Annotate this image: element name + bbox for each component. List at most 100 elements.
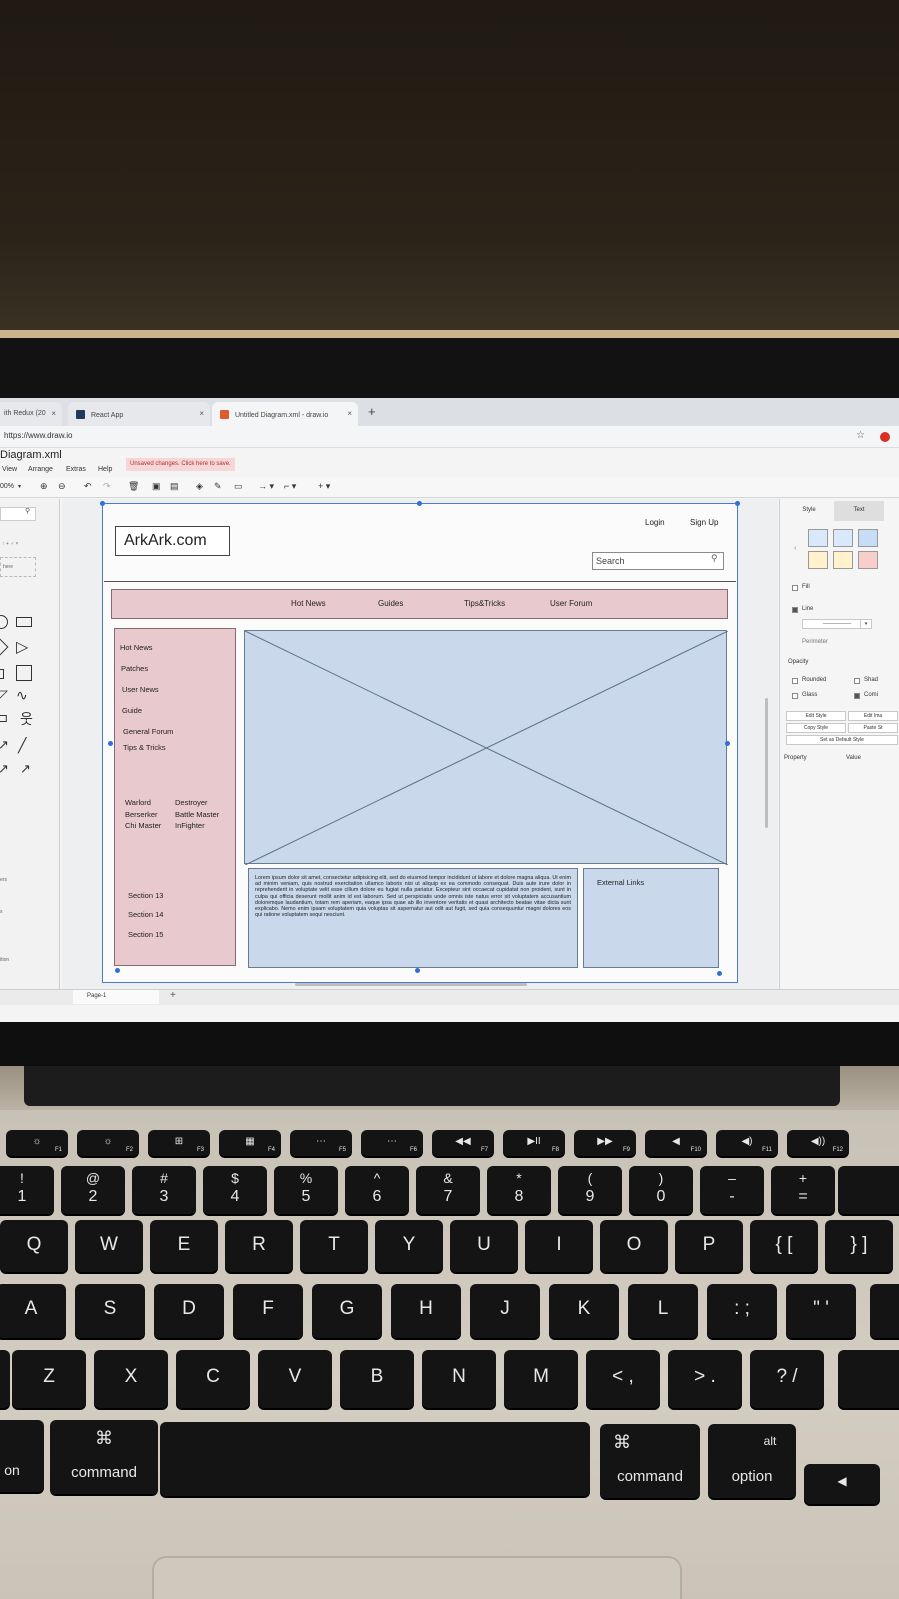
undo-icon[interactable]: ↶	[84, 481, 92, 492]
style-swatch[interactable]	[858, 551, 878, 569]
left-link-user-news[interactable]: User News	[122, 685, 159, 694]
letter-key[interactable]: S	[75, 1284, 145, 1338]
glass-checkbox[interactable]	[792, 693, 798, 699]
shadow-icon[interactable]: ▭	[234, 481, 243, 492]
selection-handle[interactable]	[415, 968, 420, 973]
search-icon[interactable]: ⚲	[711, 553, 718, 564]
browser-tab-react-app[interactable]: React App ×	[68, 402, 210, 426]
function-key[interactable]: ⋯ F6	[361, 1130, 423, 1156]
triangle-shape-icon[interactable]: ▷	[16, 637, 28, 657]
letter-key[interactable]: N	[422, 1350, 496, 1408]
letter-key[interactable]: L	[628, 1284, 698, 1338]
letter-key[interactable]: I	[525, 1220, 593, 1272]
extension-icon[interactable]	[880, 432, 890, 442]
letter-key[interactable]: J	[470, 1284, 540, 1338]
letter-key[interactable]: B	[340, 1350, 414, 1408]
zoom-dropdown-icon[interactable]: ▾	[18, 483, 21, 490]
zoom-level[interactable]: 00%	[0, 483, 14, 490]
square-shape-icon[interactable]	[0, 669, 4, 679]
letter-key[interactable]: { [	[750, 1220, 818, 1272]
style-swatch[interactable]	[858, 529, 878, 547]
letter-key[interactable]: Q	[0, 1220, 68, 1272]
number-key[interactable]: @2	[61, 1166, 125, 1214]
insert-icon[interactable]: + ▾	[318, 481, 330, 492]
style-swatch[interactable]	[833, 551, 853, 569]
letter-key[interactable]: } ]	[825, 1220, 893, 1272]
close-tab-icon[interactable]: ×	[347, 409, 352, 418]
callout-shape-icon[interactable]: ⊐	[0, 711, 8, 725]
letter-key[interactable]: ? /	[750, 1350, 824, 1408]
bookmark-star-icon[interactable]: ☆	[856, 430, 865, 441]
function-key[interactable]: ▦ F4	[219, 1130, 281, 1156]
ellipse-shape-icon[interactable]	[0, 615, 8, 629]
style-swatch[interactable]	[833, 529, 853, 547]
menu-extras[interactable]: Extras	[66, 466, 86, 473]
shadow-checkbox[interactable]	[854, 678, 860, 684]
selection-handle[interactable]	[100, 501, 105, 506]
number-key[interactable]: + =	[771, 1166, 835, 1214]
trackpad[interactable]	[152, 1556, 682, 1599]
address-bar[interactable]: https://www.draw.io ☆	[0, 426, 899, 448]
letter-key[interactable]: D	[154, 1284, 224, 1338]
style-swatch[interactable]	[808, 551, 828, 569]
number-key[interactable]: ! 1	[0, 1166, 54, 1214]
letter-key[interactable]: H	[391, 1284, 461, 1338]
function-key[interactable]: ☼ F1	[6, 1130, 68, 1156]
function-key[interactable]: ⋯ F5	[290, 1130, 352, 1156]
menu-arrange[interactable]: Arrange	[28, 466, 53, 473]
left-link-patches[interactable]: Patches	[121, 664, 148, 673]
letter-key[interactable]: E	[150, 1220, 218, 1272]
letter-key[interactable]: A	[0, 1284, 66, 1338]
body-text-block[interactable]: Lorem ipsum dolor sit amet, consectetur …	[248, 868, 578, 968]
section-link[interactable]: Section 13	[128, 891, 163, 900]
tab-text[interactable]: Text	[834, 501, 884, 521]
dropdown-arrow-icon[interactable]: ▾	[860, 619, 872, 629]
directional-connector-icon[interactable]: ↗	[20, 761, 31, 777]
number-key[interactable]: & 7	[416, 1166, 480, 1214]
letter-key[interactable]: P	[675, 1220, 743, 1272]
selection-handle[interactable]	[725, 741, 730, 746]
site-nav-bar[interactable]	[111, 589, 728, 619]
option-key-right[interactable]: alt option	[708, 1424, 796, 1498]
function-key[interactable]: ◀)) F12	[787, 1130, 849, 1156]
style-swatch[interactable]	[808, 529, 828, 547]
site-search-input[interactable]: Search	[592, 552, 724, 570]
left-link-guide[interactable]: Guide	[122, 706, 142, 715]
shape-group-label[interactable]: s	[0, 909, 3, 915]
comic-checkbox[interactable]	[854, 693, 860, 699]
selection-handle[interactable]	[417, 501, 422, 506]
to-front-icon[interactable]: ▣	[152, 481, 161, 492]
letter-key[interactable]: T	[300, 1220, 368, 1272]
tab-style[interactable]: Style	[784, 501, 834, 521]
site-logo[interactable]: ArkArk.com	[115, 526, 230, 556]
selection-handle[interactable]	[108, 741, 113, 746]
option-key-left[interactable]: on	[0, 1420, 44, 1492]
letter-key[interactable]: G	[312, 1284, 382, 1338]
number-key[interactable]: ^ 6	[345, 1166, 409, 1214]
new-tab-button[interactable]: +	[368, 404, 376, 419]
left-link-general-forum[interactable]: General Forum	[123, 727, 173, 736]
number-key[interactable]: $4	[203, 1166, 267, 1214]
vertical-scrollbar[interactable]	[765, 698, 768, 828]
menu-view[interactable]: View	[2, 466, 17, 473]
letter-key[interactable]: " '	[786, 1284, 856, 1338]
section-link[interactable]: Section 15	[128, 930, 163, 939]
number-key[interactable]: ) 0	[629, 1166, 693, 1214]
class-link[interactable]: Battle Master	[175, 810, 219, 819]
nav-tips-tricks[interactable]: Tips&Tricks	[464, 599, 505, 608]
nav-guides[interactable]: Guides	[378, 599, 403, 608]
letter-key[interactable]: K	[549, 1284, 619, 1338]
browser-tab-redux[interactable]: ith Redux (20 ×	[0, 402, 62, 426]
selection-handle[interactable]	[115, 968, 120, 973]
class-link[interactable]: InFighter	[175, 821, 205, 830]
function-key[interactable]: ☼ F2	[77, 1130, 139, 1156]
selection-handle[interactable]	[735, 501, 740, 506]
horizontal-scrollbar[interactable]	[295, 983, 527, 986]
zoom-in-icon[interactable]: ⊕	[40, 481, 48, 492]
left-link-tips-tricks[interactable]: Tips & Tricks	[123, 743, 166, 752]
waypoints-icon[interactable]: ⌐ ▾	[284, 481, 296, 492]
delete-icon[interactable]: 🗑	[128, 481, 139, 492]
connector-shape-icon[interactable]: ↗	[0, 761, 9, 777]
function-key[interactable]: ▶▶ F9	[574, 1130, 636, 1156]
browser-tab-drawio[interactable]: Untitled Diagram.xml - draw.io ×	[212, 402, 358, 426]
